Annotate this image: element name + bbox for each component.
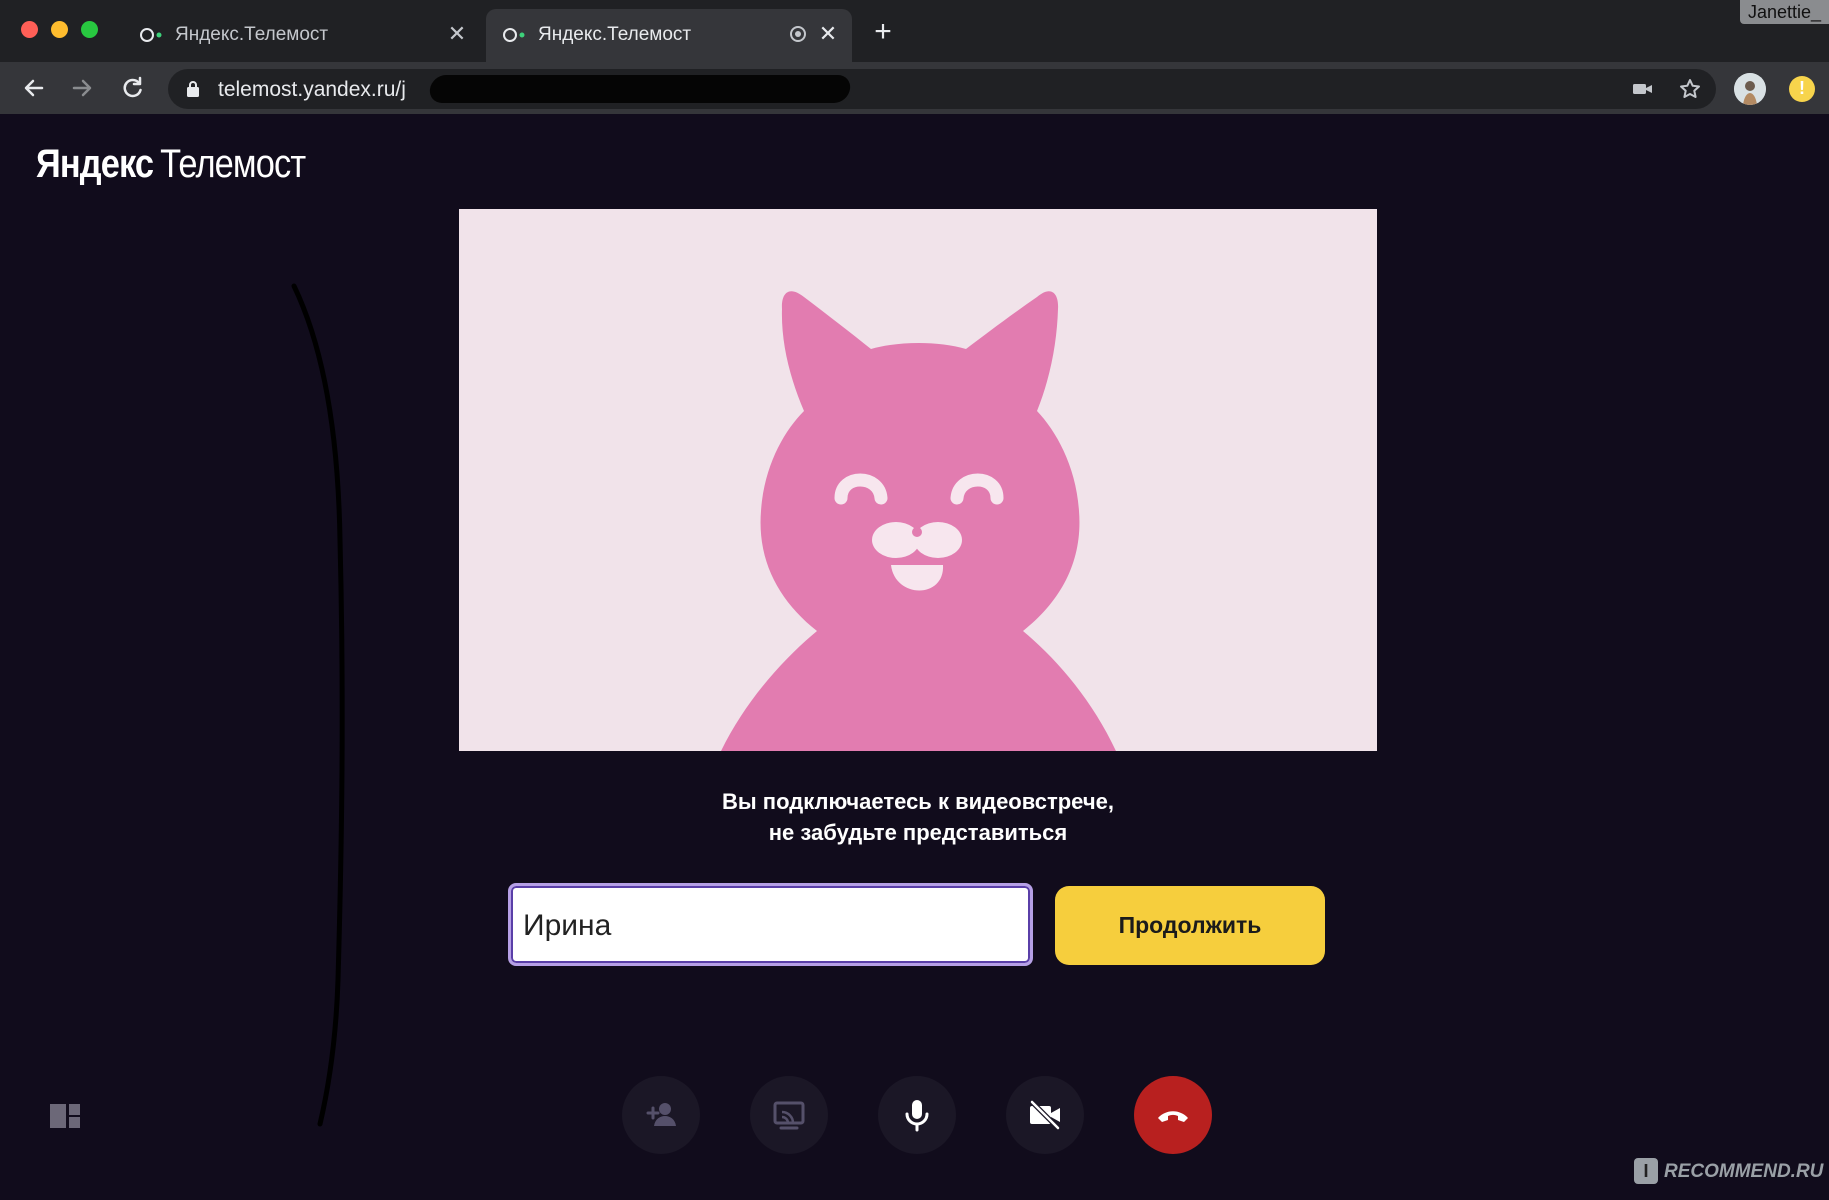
cat-avatar-image <box>721 291 1116 751</box>
window-zoom-button[interactable] <box>81 21 98 38</box>
recording-icon <box>790 26 806 42</box>
camera-toggle-button[interactable] <box>1006 1076 1084 1154</box>
tab-telemost-2[interactable]: Яндекс.Телемост ✕ <box>486 9 852 62</box>
hang-up-button[interactable] <box>1134 1076 1212 1154</box>
microphone-button[interactable] <box>878 1076 956 1154</box>
extension-alert-icon[interactable] <box>1789 76 1815 102</box>
camera-preview <box>459 209 1377 751</box>
camera-icon[interactable] <box>1631 77 1655 101</box>
tab-title: Яндекс.Телемост <box>538 24 692 45</box>
telemost-favicon-icon <box>503 28 525 42</box>
yandex-telemost-logo: Яндекс Телемост <box>36 142 306 186</box>
forward-arrow-icon[interactable] <box>68 74 96 102</box>
browser-toolbar: telemost.yandex.ru/j <box>0 62 1829 114</box>
camera-off-icon <box>1029 1099 1061 1131</box>
name-input[interactable] <box>523 898 1013 954</box>
avatar[interactable] <box>1734 73 1766 105</box>
tab-title: Яндекс.Телемост <box>175 24 329 45</box>
microphone-icon <box>905 1100 929 1132</box>
screen-share-icon <box>773 1101 805 1130</box>
url-redaction-mark <box>428 75 852 103</box>
telemost-favicon-icon <box>140 28 162 42</box>
watermark-text: RECOMMEND.RU <box>1664 1161 1824 1182</box>
watermark: I RECOMMEND.RU <box>1634 1158 1824 1188</box>
profile-name-label: Janettie_ <box>1739 0 1829 24</box>
layout-grid-icon[interactable] <box>50 1104 80 1128</box>
back-arrow-icon[interactable] <box>20 74 48 102</box>
watermark-badge: I <box>1634 1158 1658 1184</box>
join-prompt-text: Вы подключаетесь к видеовстрече, не забу… <box>722 789 1114 845</box>
screen-share-button[interactable] <box>750 1076 828 1154</box>
close-icon[interactable]: ✕ <box>445 22 469 46</box>
window-minimize-button[interactable] <box>51 21 68 38</box>
close-icon[interactable]: ✕ <box>816 22 840 46</box>
star-icon[interactable] <box>1678 77 1702 101</box>
name-field[interactable] <box>508 883 1033 966</box>
add-participant-button[interactable] <box>622 1076 700 1154</box>
url-text: telemost.yandex.ru/j <box>218 78 406 101</box>
new-tab-plus-icon[interactable]: + <box>870 17 896 47</box>
browser-tab-bar: Яндекс.Телемост ✕ Яндекс.Телемост ✕ + Ja… <box>0 0 1829 62</box>
window-close-button[interactable] <box>21 21 38 38</box>
hand-drawn-line <box>291 283 345 1127</box>
profile-avatar-icon <box>1734 73 1766 105</box>
reload-icon[interactable] <box>118 74 146 102</box>
hang-up-icon <box>1158 1111 1188 1122</box>
address-bar[interactable]: telemost.yandex.ru/j <box>168 69 1716 109</box>
add-participant-icon <box>646 1103 676 1126</box>
continue-button[interactable]: Продолжить <box>1055 886 1325 965</box>
tab-telemost-1[interactable]: Яндекс.Телемост ✕ <box>123 9 483 62</box>
lock-icon[interactable] <box>186 80 200 98</box>
